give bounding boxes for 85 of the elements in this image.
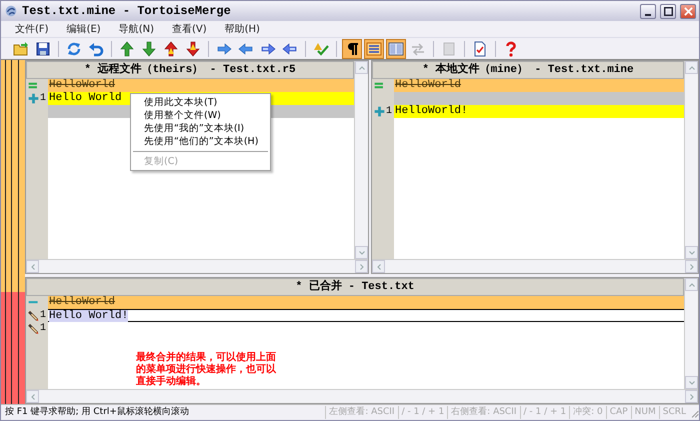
toolbar-button[interactable] [386, 38, 406, 58]
chevron-up-icon [358, 64, 366, 72]
left-arrow-icon [238, 40, 254, 56]
scroll-down-button[interactable] [355, 246, 368, 259]
minimize-icon [645, 14, 651, 16]
chevron-left-icon [28, 392, 36, 400]
scroll-right-button[interactable] [685, 390, 698, 403]
menu-item[interactable]: 使用整个文件(W) [131, 109, 270, 122]
menu-item[interactable]: 查看(V) [172, 22, 207, 36]
chevron-up-icon [688, 280, 696, 288]
status-field: CAP [606, 406, 631, 420]
status-field: / - 1 / + 1 [520, 406, 570, 420]
menu-item[interactable]: 先使用“我的”文本块(I) [131, 122, 270, 135]
lines-icon [366, 40, 382, 56]
chevron-down-icon [688, 248, 696, 256]
annotation-text: 最终合并的结果，可以使用上面的菜单项进行快速操作，也可以直接手动编辑。 [136, 352, 276, 388]
vertical-scrollbar[interactable] [684, 61, 698, 259]
close-button[interactable] [680, 4, 696, 18]
scroll-left-button[interactable] [26, 260, 39, 273]
status-field: 右侧查看: ASCII [447, 406, 520, 420]
chevron-right-icon [358, 262, 366, 270]
folder-icon [13, 40, 29, 56]
code-line: Hello World! [48, 309, 684, 322]
line-number: 1 [386, 105, 392, 119]
horizontal-scrollbar[interactable] [372, 259, 698, 273]
pane-title: * 本地文件（mine） - Test.txt.mine [372, 61, 684, 79]
scroll-down-button[interactable] [685, 246, 698, 259]
help-icon [503, 40, 519, 56]
horizontal-scrollbar[interactable] [26, 389, 698, 403]
horizontal-scrollbar[interactable] [26, 259, 368, 273]
columns-icon [388, 40, 404, 56]
status-field: NUM [630, 406, 659, 420]
chevron-down-icon [688, 378, 696, 386]
close-icon [684, 6, 692, 16]
status-field: 左侧查看: ASCII [325, 406, 398, 420]
right-arrow-icon [216, 40, 232, 56]
up-arrow-icon [163, 40, 179, 56]
chevron-right-icon [688, 262, 696, 270]
scroll-left-button[interactable] [26, 390, 39, 403]
scroll-up-button[interactable] [355, 61, 368, 74]
up-arrow-icon [119, 40, 135, 56]
menu-item[interactable]: 导航(N) [118, 22, 154, 36]
swap-icon [410, 40, 426, 56]
chevron-up-icon [688, 64, 696, 72]
scroll-right-button[interactable] [685, 260, 698, 273]
chevron-left-icon [28, 262, 36, 270]
menu-item[interactable]: 先使用“他们的”文本块(H) [131, 135, 270, 148]
line-number: 1 [40, 309, 46, 323]
right-arrow-icon [260, 40, 276, 56]
scroll-up-button[interactable] [685, 278, 698, 291]
scroll-left-button[interactable] [372, 260, 385, 273]
status-field: / - 1 / + 1 [398, 406, 448, 420]
chevron-right-icon [688, 392, 696, 400]
menu-item[interactable]: 文件(F) [15, 22, 49, 36]
pane-title: * 远程文件（theirs） - Test.txt.r5 [26, 61, 354, 79]
status-text: 按 F1 键寻求帮助; 用 Ctrl+鼠标滚轮横向滚动 [4, 406, 190, 419]
menu-item[interactable]: 编辑(E) [66, 22, 101, 36]
line-number: 1 [40, 92, 46, 106]
status-field: 冲突: 0 [569, 406, 606, 420]
pane-title: * 已合并 - Test.txt [26, 278, 684, 296]
check-icon [313, 40, 329, 56]
maximize-icon [664, 6, 672, 16]
scroll-down-button[interactable] [685, 376, 698, 389]
maximize-button[interactable] [660, 4, 676, 18]
down-arrow-icon [185, 40, 201, 56]
vertical-scrollbar[interactable] [684, 278, 698, 389]
window-title: Test.txt.mine - TortoiseMerge [22, 3, 232, 20]
undo-icon [88, 40, 104, 56]
refresh-icon [66, 40, 82, 56]
minimize-button[interactable] [640, 4, 656, 18]
toolbar-button[interactable] [364, 38, 384, 58]
scroll-right-button[interactable] [355, 260, 368, 273]
toolbar-button[interactable] [342, 38, 362, 58]
document-icon [472, 40, 488, 56]
line-number: 1 [40, 322, 46, 336]
scroll-up-button[interactable] [685, 61, 698, 74]
chevron-left-icon [374, 262, 382, 270]
vertical-scrollbar[interactable] [354, 61, 368, 259]
page-icon [441, 40, 457, 56]
chevron-down-icon [358, 248, 366, 256]
left-arrow-icon [282, 40, 298, 56]
menu-item[interactable]: 帮助(H) [224, 22, 260, 36]
app-icon [4, 4, 18, 18]
status-field: SCRL [658, 406, 689, 420]
down-arrow-icon [141, 40, 157, 56]
